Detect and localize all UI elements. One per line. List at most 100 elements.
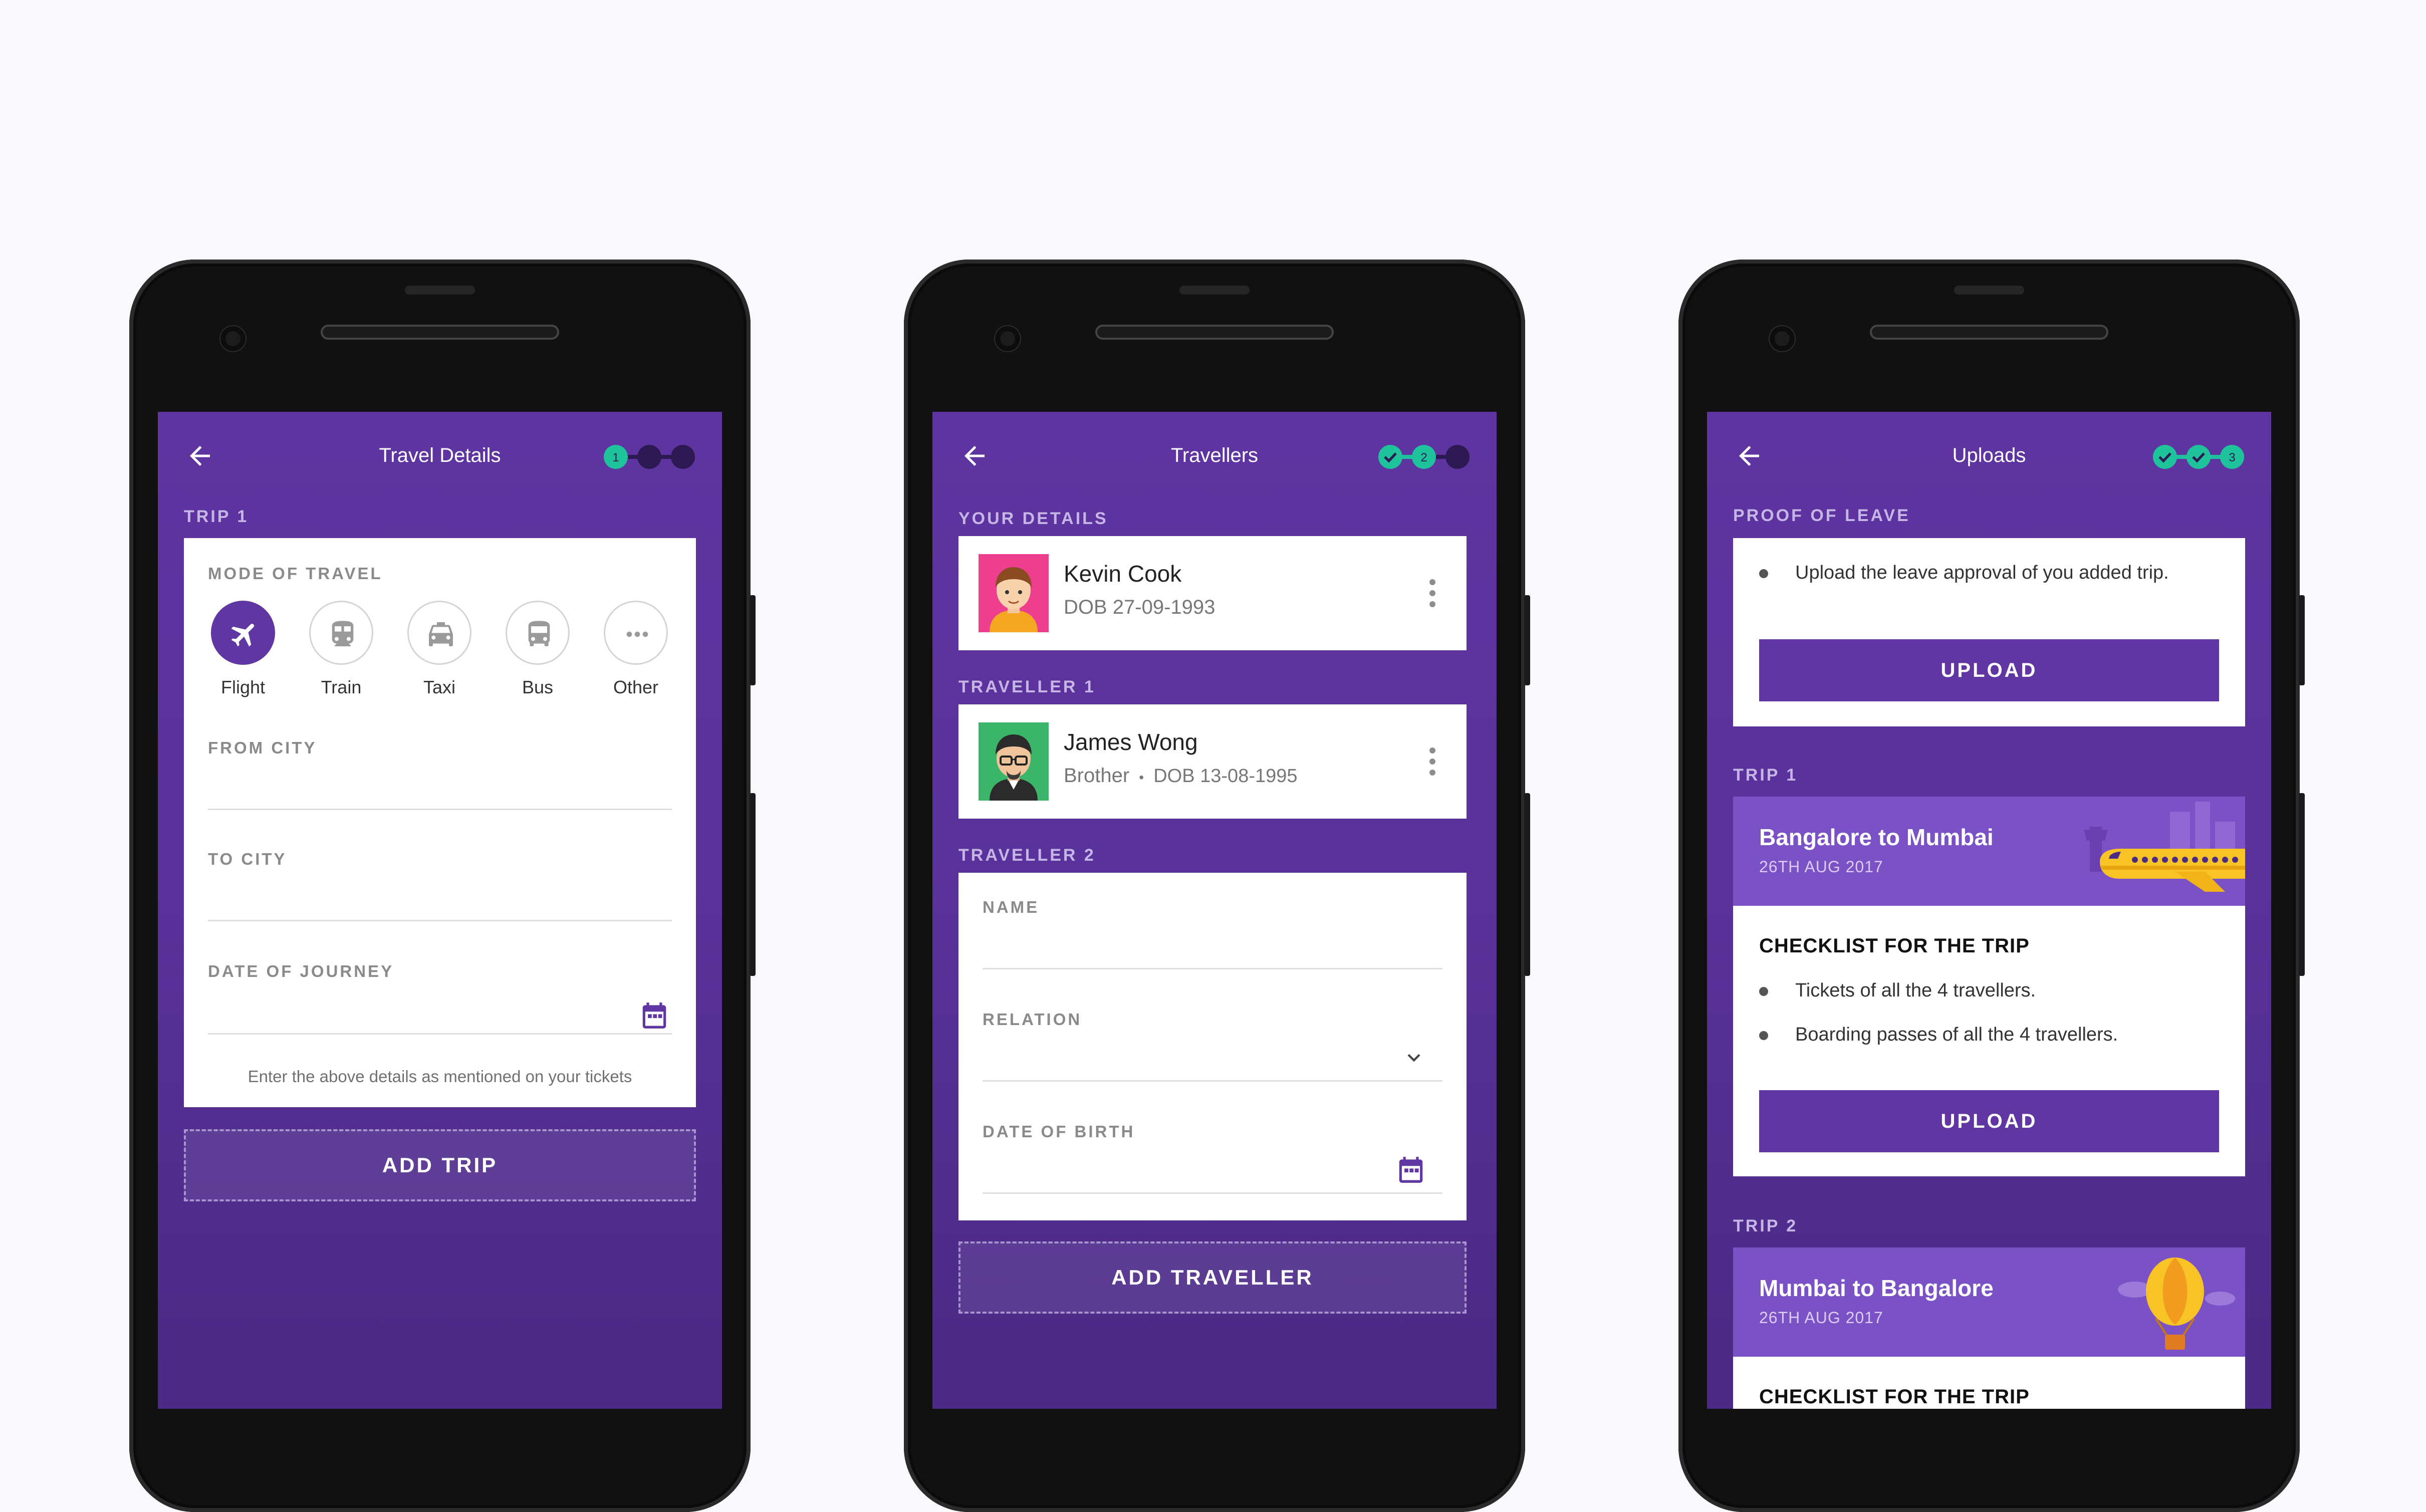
traveller-card-self[interactable]: Kevin Cook DOB 27-09-1993 xyxy=(958,536,1467,650)
app-bar: Travel Details 1 xyxy=(158,412,722,502)
upload-button[interactable]: UPLOAD xyxy=(1759,1090,2219,1152)
avatar xyxy=(979,554,1049,632)
phone-frame-travellers: Travellers 2 YOUR DETAILS Kevin Cook DOB… xyxy=(904,260,1530,1512)
mode-label: Train xyxy=(321,677,362,697)
upload-button[interactable]: UPLOAD xyxy=(1759,639,2219,701)
separator-dot: • xyxy=(1139,770,1144,785)
more-vertical-icon[interactable] xyxy=(1428,578,1436,608)
trip-title: Mumbai to Bangalore xyxy=(1759,1275,1994,1301)
trip-form-card: MODE OF TRAVEL Flight Train Taxi Bus Oth… xyxy=(184,538,696,1107)
app-bar: Uploads 3 xyxy=(1707,412,2271,502)
trip-1-header: Bangalore to Mumbai 26TH AUG 2017 xyxy=(1733,797,2245,906)
avatar xyxy=(979,722,1049,801)
top-slot xyxy=(1179,286,1250,295)
mode-taxi[interactable]: Taxi xyxy=(404,601,474,698)
screen-travel-details: Travel Details 1 TRIP 1 MODE OF TRAVEL F… xyxy=(158,412,722,1409)
relation-select[interactable] xyxy=(983,1080,1442,1082)
progress-stepper: 1 xyxy=(604,445,695,469)
relation-label: RELATION xyxy=(983,1010,1082,1029)
mode-other[interactable]: Other xyxy=(601,601,671,698)
traveller-name: James Wong xyxy=(1064,729,1198,755)
trip-2-header: Mumbai to Bangalore 26TH AUG 2017 xyxy=(1733,1247,2245,1357)
bullet xyxy=(1759,987,1768,996)
proof-of-leave-card: Upload the leave approval of you added t… xyxy=(1733,538,2245,726)
mode-train[interactable]: Train xyxy=(306,601,376,698)
side-button xyxy=(750,793,756,976)
hot-air-balloon-illustration xyxy=(2118,1257,2235,1350)
chevron-down-icon[interactable] xyxy=(1401,1045,1426,1070)
add-trip-button[interactable]: ADD TRIP xyxy=(184,1129,696,1201)
mode-label: Other xyxy=(613,677,659,697)
bullet xyxy=(1759,569,1768,578)
front-camera xyxy=(220,326,246,351)
to-city-label: TO CITY xyxy=(208,850,287,868)
traveller-card-1[interactable]: James Wong Brother • DOB 13-08-1995 xyxy=(958,704,1467,819)
to-city-input[interactable] xyxy=(208,920,672,921)
phone-frame-uploads: Uploads 3 PROOF OF LEAVE Upload the leav… xyxy=(1678,260,2305,1512)
proof-text: Upload the leave approval of you added t… xyxy=(1795,562,2169,583)
calendar-icon[interactable] xyxy=(1395,1153,1426,1186)
section-label: TRAVELLER 2 xyxy=(958,846,1096,865)
calendar-icon[interactable] xyxy=(639,999,670,1032)
taxi-icon xyxy=(429,622,453,646)
train-icon xyxy=(332,621,354,646)
mode-flight[interactable]: Flight xyxy=(208,601,278,698)
mode-bus[interactable]: Bus xyxy=(503,601,573,698)
mode-label: Bus xyxy=(522,677,554,697)
traveller-dob: DOB 13-08-1995 xyxy=(1153,766,1298,787)
progress-stepper: 3 xyxy=(2153,445,2244,469)
date-of-birth-input[interactable] xyxy=(983,1192,1442,1194)
date-of-journey-label: DATE OF JOURNEY xyxy=(208,962,394,980)
name-input[interactable] xyxy=(983,968,1442,969)
more-vertical-icon[interactable] xyxy=(1428,746,1436,777)
from-city-input[interactable] xyxy=(208,809,672,810)
earpiece-speaker xyxy=(321,325,559,340)
step-number: 2 xyxy=(1420,451,1427,464)
bullet xyxy=(1759,1031,1768,1040)
add-traveller-button[interactable]: ADD TRAVELLER xyxy=(958,1241,1467,1314)
trip-date: 26TH AUG 2017 xyxy=(1759,1309,1883,1327)
section-label: TRAVELLER 1 xyxy=(958,677,1096,696)
screen-uploads: Uploads 3 PROOF OF LEAVE Upload the leav… xyxy=(1707,412,2271,1409)
screen-travellers: Travellers 2 YOUR DETAILS Kevin Cook DOB… xyxy=(932,412,1497,1409)
phone-frame-travel-details: Travel Details 1 TRIP 1 MODE OF TRAVEL F… xyxy=(129,260,756,1512)
helper-text: Enter the above details as mentioned on … xyxy=(248,1067,632,1086)
earpiece-speaker xyxy=(1870,325,2108,340)
traveller-relation: Brother xyxy=(1064,765,1130,787)
checklist-title: CHECKLIST FOR THE TRIP xyxy=(1759,1386,2030,1408)
earpiece-speaker xyxy=(1095,325,1334,340)
step-number: 3 xyxy=(2229,451,2235,464)
name-label: NAME xyxy=(983,898,1040,916)
traveller-name: Kevin Cook xyxy=(1064,561,1182,587)
side-button xyxy=(2299,595,2305,685)
step-number: 1 xyxy=(612,451,619,464)
traveller-meta: Brother • DOB 13-08-1995 xyxy=(1064,765,1298,787)
checklist-title: CHECKLIST FOR THE TRIP xyxy=(1759,935,2030,957)
side-button xyxy=(1524,793,1530,976)
front-camera xyxy=(995,326,1020,351)
mode-label: Flight xyxy=(220,677,266,697)
mode-of-travel-label: MODE OF TRAVEL xyxy=(208,564,383,583)
more-horizontal-icon xyxy=(626,631,648,637)
new-traveller-form: NAME RELATION DATE OF BIRTH xyxy=(958,873,1467,1220)
side-button xyxy=(1524,595,1530,685)
from-city-label: FROM CITY xyxy=(208,738,317,757)
bus-icon xyxy=(528,621,550,646)
progress-stepper: 2 xyxy=(1378,445,1470,469)
trip-title: Bangalore to Mumbai xyxy=(1759,824,1994,850)
checklist-item: Boarding passes of all the 4 travellers. xyxy=(1795,1024,2118,1045)
trip-1-checklist-card: CHECKLIST FOR THE TRIP Tickets of all th… xyxy=(1733,906,2245,1176)
side-button xyxy=(750,595,756,685)
traveller-dob: DOB 27-09-1993 xyxy=(1064,596,1216,618)
section-label: PROOF OF LEAVE xyxy=(1733,506,1910,525)
date-of-journey-input[interactable] xyxy=(208,1033,672,1035)
side-button xyxy=(2299,793,2305,976)
app-bar: Travellers 2 xyxy=(932,412,1497,502)
section-label: TRIP 1 xyxy=(1733,766,1798,785)
section-label: TRIP 1 xyxy=(184,507,249,526)
section-label: YOUR DETAILS xyxy=(958,509,1108,528)
trip-2-checklist-card: CHECKLIST FOR THE TRIP xyxy=(1733,1357,2245,1409)
airplane-illustration xyxy=(2084,802,2245,892)
checklist-item: Tickets of all the 4 travellers. xyxy=(1795,980,2036,1001)
front-camera xyxy=(1770,326,1795,351)
